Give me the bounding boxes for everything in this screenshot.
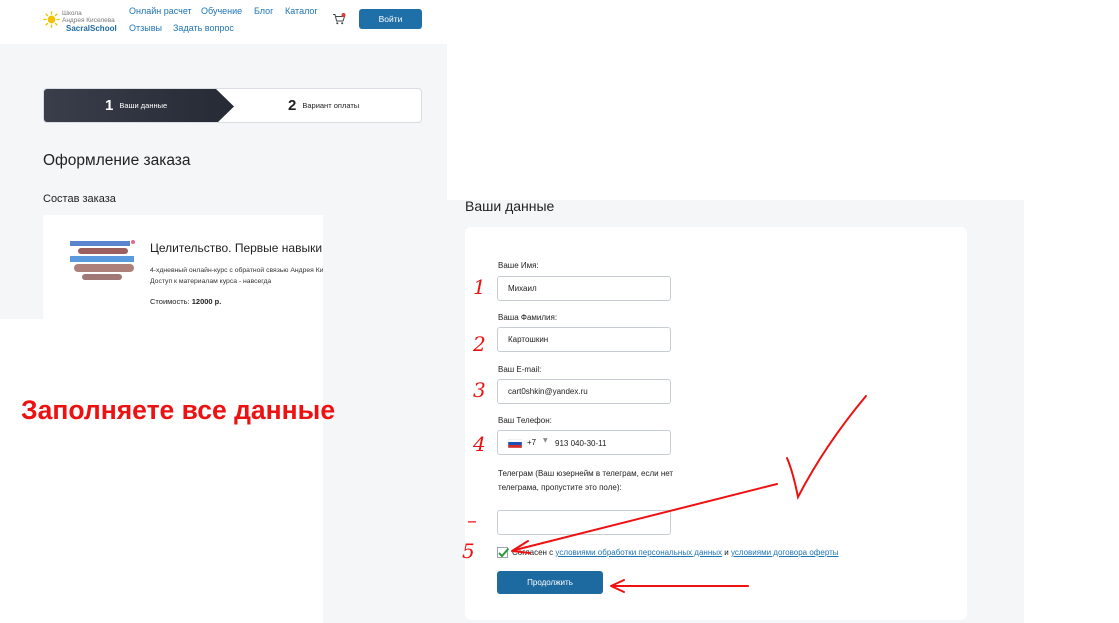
personal-data-form: Ваше Имя: Ваша Фамилия: Ваш E-mail: Ваш … [465, 227, 967, 620]
consent-checkbox[interactable] [497, 547, 510, 558]
annotation-number: 3 [473, 378, 486, 402]
nav-reviews[interactable]: Отзывы [129, 23, 162, 33]
last-name-input[interactable] [497, 327, 671, 352]
offer-terms-link[interactable]: условиями договора оферты [731, 548, 839, 557]
login-button[interactable]: Войти [359, 9, 422, 29]
privacy-terms-link[interactable]: условиями обработки персональных данных [555, 548, 722, 557]
annotation-number: 1 [473, 275, 486, 299]
logo-line3: SacralSchool [66, 24, 117, 33]
course-thumbnail [68, 237, 138, 285]
page-title: Оформление заказа [43, 152, 191, 169]
continue-button[interactable]: Продолжить [497, 571, 603, 594]
checkout-stepper: 1 Ваши данные 2 Вариант оплаты [43, 88, 422, 123]
nav-catalog[interactable]: Каталог [285, 6, 318, 16]
personal-data-panel: Ваши данные Ваше Имя: Ваша Фамилия: Ваш … [323, 198, 1024, 623]
consent-middle: и [724, 548, 729, 557]
step-payment-option[interactable]: 2 Вариант оплаты [288, 97, 359, 114]
email-input[interactable] [497, 379, 671, 404]
course-price: Стоимость: 12000 р. [150, 297, 221, 306]
annotation-number: 2 [473, 332, 486, 356]
phone-country-code[interactable]: +7 [527, 438, 536, 447]
site-logo[interactable]: Школа Андрея Киселева SacralSchool [43, 8, 119, 36]
step-number: 2 [288, 97, 297, 114]
phone-input[interactable] [551, 435, 661, 451]
price-value: 12000 р. [191, 297, 222, 306]
nav-online-calc[interactable]: Онлайн расчет [129, 6, 192, 16]
nav-ask-question[interactable]: Задать вопрос [173, 23, 234, 33]
order-contents-heading: Состав заказа [43, 193, 116, 205]
last-name-label: Ваша Фамилия: [498, 313, 558, 322]
step-label: Ваши данные [119, 101, 168, 110]
site-header: Школа Андрея Киселева SacralSchool Онлай… [0, 0, 447, 44]
phone-field: +7 ▼ [497, 430, 671, 455]
step-number: 1 [105, 97, 114, 114]
telegram-label: Телеграм (Ваш юзернейм в телеграм, если … [498, 469, 674, 492]
consent-row: Согласен с условиями обработки персональ… [497, 547, 839, 558]
course-desc-line1: 4-хдневный онлайн-курс с обратной связью… [150, 267, 346, 274]
sun-logo-icon [43, 11, 60, 28]
price-label: Стоимость: [150, 297, 190, 306]
step-your-data[interactable]: 1 Ваши данные [105, 97, 167, 114]
nav-education[interactable]: Обучение [201, 6, 242, 16]
annotation-number: 5 [462, 539, 475, 563]
telegram-input[interactable] [497, 510, 671, 535]
phone-label: Ваш Телефон: [498, 416, 552, 425]
nav-blog[interactable]: Блог [254, 6, 273, 16]
email-label: Ваш E-mail: [498, 365, 542, 374]
step-label: Вариант оплаты [302, 101, 360, 110]
logo-line1: Школа [62, 10, 82, 17]
first-name-label: Ваше Имя: [498, 261, 539, 270]
first-name-input[interactable] [497, 276, 671, 301]
checkmark-icon [498, 547, 510, 558]
annotation-caption: Заполняете все данные [21, 395, 336, 425]
course-description: 4-хдневный онлайн-курс с обратной связью… [150, 265, 346, 287]
annotation-number: 4 [473, 432, 486, 456]
chevron-down-icon[interactable]: ▼ [543, 437, 548, 444]
russia-flag-icon[interactable] [508, 439, 522, 448]
annotation-number: – [467, 508, 477, 532]
course-desc-line2: Доступ к материалам курса - навсегда [150, 278, 272, 285]
cart-icon[interactable] [332, 13, 346, 25]
logo-line2: Андрея Киселева [62, 17, 115, 24]
form-title: Ваши данные [465, 198, 555, 214]
consent-prefix: Согласен с [512, 548, 554, 557]
